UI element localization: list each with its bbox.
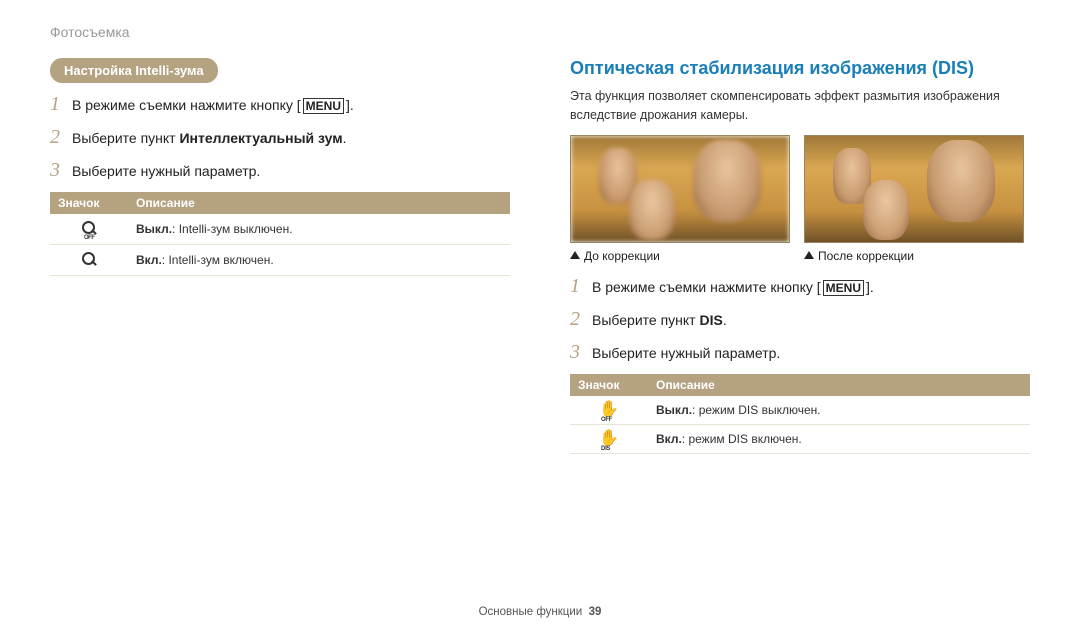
hand-off-icon: ✋OFF: [599, 402, 619, 418]
zoom-on-icon: [80, 251, 98, 269]
step-item: 2 Выберите пункт DIS.: [570, 308, 1030, 331]
step-text: В режиме съемки нажмите кнопку [MENU].: [72, 97, 354, 114]
step-item: 1 В режиме съемки нажмите кнопку [MENU].: [50, 93, 510, 116]
photo-before-correction: [570, 135, 790, 243]
step-text: Выберите нужный параметр.: [592, 345, 780, 361]
page-number: 39: [589, 606, 602, 618]
right-column: Оптическая стабилизация изображения (DIS…: [570, 58, 1030, 454]
footer-section-name: Основные функции: [479, 606, 583, 618]
th-icon: Значок: [570, 374, 648, 396]
caption-before: До коррекции: [570, 249, 790, 263]
step-number: 2: [570, 308, 592, 331]
options-table-left: Значок Описание OFF Выкл.: Intelli-зум в…: [50, 192, 510, 276]
cell-icon: OFF: [50, 214, 128, 245]
cell-icon: ✋OFF: [570, 396, 648, 425]
table-row: Вкл.: Intelli-зум включен.: [50, 245, 510, 276]
step-item: 3 Выберите нужный параметр.: [50, 159, 510, 182]
step-text: Выберите нужный параметр.: [72, 163, 260, 179]
left-column: Настройка Intelli-зума 1 В режиме съемки…: [50, 58, 510, 454]
two-column-layout: Настройка Intelli-зума 1 В режиме съемки…: [50, 58, 1030, 454]
cell-description: Вкл.: режим DIS включен.: [648, 424, 1030, 453]
page-footer: Основные функции 39: [0, 606, 1080, 618]
step-item: 1 В режиме съемки нажмите кнопку [MENU].: [570, 275, 1030, 298]
caret-up-icon: [804, 251, 814, 259]
table-header-row: Значок Описание: [570, 374, 1030, 396]
th-description: Описание: [648, 374, 1030, 396]
cell-description: Выкл.: режим DIS выключен.: [648, 396, 1030, 425]
step-text: Выберите пункт DIS.: [592, 312, 727, 328]
table-row: ✋OFF Выкл.: режим DIS выключен.: [570, 396, 1030, 425]
photo-captions: До коррекции После коррекции: [570, 249, 1030, 263]
step-text: В режиме съемки нажмите кнопку [MENU].: [592, 279, 874, 296]
th-description: Описание: [128, 192, 510, 214]
cell-description: Вкл.: Intelli-зум включен.: [128, 245, 510, 276]
caption-after: После коррекции: [804, 249, 1024, 263]
photo-after-correction: [804, 135, 1024, 243]
menu-button-icon: MENU: [823, 280, 864, 296]
th-icon: Значок: [50, 192, 128, 214]
section-heading-dis: Оптическая стабилизация изображения (DIS…: [570, 58, 1030, 79]
step-text: Выберите пункт Интеллектуальный зум.: [72, 130, 347, 146]
cell-icon: ✋DIS: [570, 424, 648, 453]
caret-up-icon: [570, 251, 580, 259]
steps-list-right: 1 В режиме съемки нажмите кнопку [MENU].…: [570, 275, 1030, 364]
manual-page: Фотосъемка Настройка Intelli-зума 1 В ре…: [0, 0, 1080, 630]
table-row: ✋DIS Вкл.: режим DIS включен.: [570, 424, 1030, 453]
example-photos: [570, 135, 1030, 243]
table-row: OFF Выкл.: Intelli-зум выключен.: [50, 214, 510, 245]
table-header-row: Значок Описание: [50, 192, 510, 214]
cell-description: Выкл.: Intelli-зум выключен.: [128, 214, 510, 245]
steps-list-left: 1 В режиме съемки нажмите кнопку [MENU].…: [50, 93, 510, 182]
cell-icon: [50, 245, 128, 276]
step-number: 1: [50, 93, 72, 116]
step-item: 3 Выберите нужный параметр.: [570, 341, 1030, 364]
options-table-right: Значок Описание ✋OFF Выкл.: режим DIS вы…: [570, 374, 1030, 454]
section-description: Эта функция позволяет скомпенсировать эф…: [570, 87, 1030, 125]
step-number: 1: [570, 275, 592, 298]
step-number: 3: [50, 159, 72, 182]
section-pill-intelli-zoom: Настройка Intelli-зума: [50, 58, 218, 83]
step-number: 3: [570, 341, 592, 364]
step-number: 2: [50, 126, 72, 149]
step-item: 2 Выберите пункт Интеллектуальный зум.: [50, 126, 510, 149]
chapter-title: Фотосъемка: [50, 24, 1030, 40]
menu-button-icon: MENU: [303, 98, 344, 114]
zoom-off-icon: OFF: [80, 220, 98, 238]
hand-dis-icon: ✋DIS: [599, 431, 619, 447]
